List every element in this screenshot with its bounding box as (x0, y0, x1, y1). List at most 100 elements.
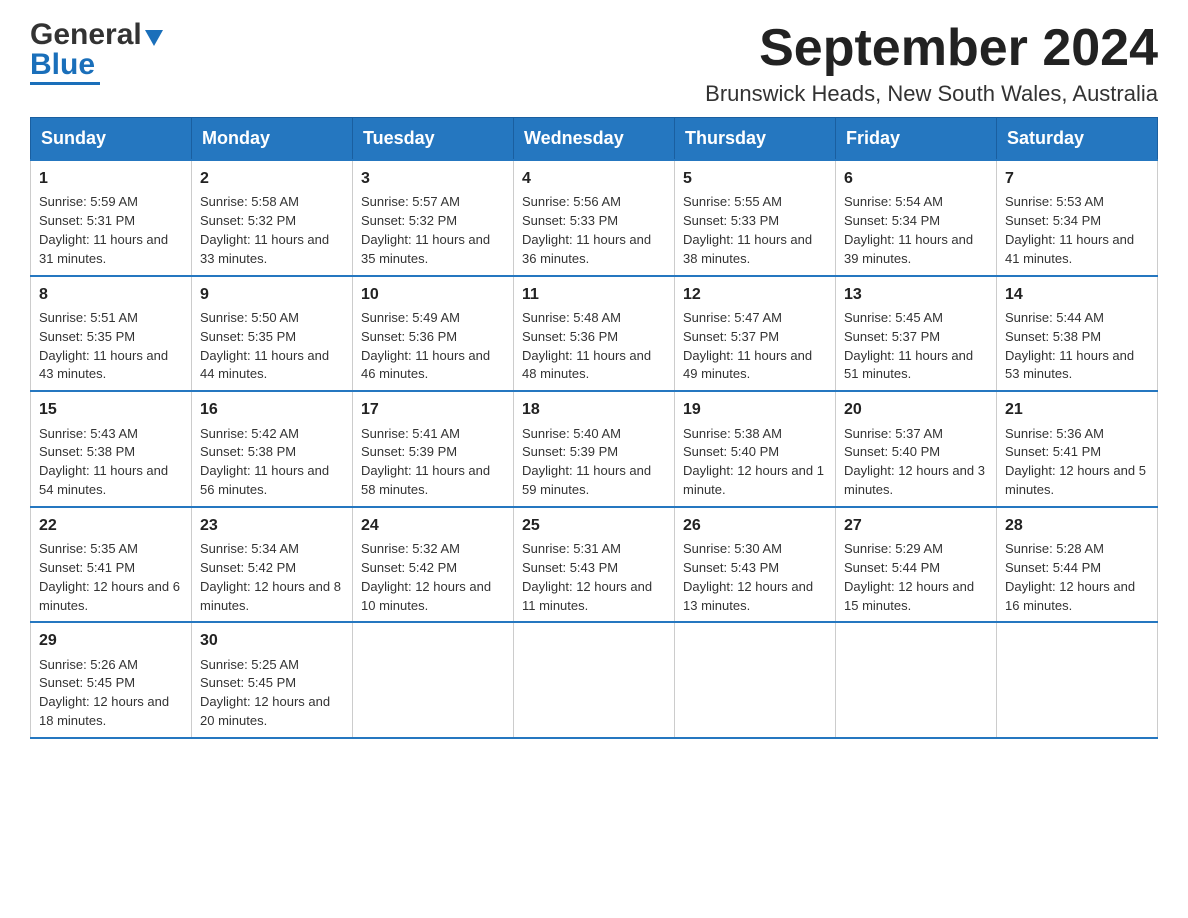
sunrise-label: Sunrise: 5:45 AM (844, 310, 943, 325)
sunset-label: Sunset: 5:41 PM (39, 560, 135, 575)
sunrise-label: Sunrise: 5:29 AM (844, 541, 943, 556)
sunset-label: Sunset: 5:33 PM (683, 213, 779, 228)
calendar-table: SundayMondayTuesdayWednesdayThursdayFrid… (30, 117, 1158, 739)
daylight-label: Daylight: 11 hours and 31 minutes. (39, 232, 168, 266)
calendar-cell: 2Sunrise: 5:58 AMSunset: 5:32 PMDaylight… (192, 160, 353, 276)
col-header-friday: Friday (836, 118, 997, 161)
calendar-cell: 8Sunrise: 5:51 AMSunset: 5:35 PMDaylight… (31, 276, 192, 392)
day-number: 29 (39, 629, 183, 652)
day-number: 4 (522, 167, 666, 190)
sunrise-label: Sunrise: 5:34 AM (200, 541, 299, 556)
calendar-week-row: 15Sunrise: 5:43 AMSunset: 5:38 PMDayligh… (31, 391, 1158, 507)
logo: General Blue (30, 20, 163, 85)
sunrise-label: Sunrise: 5:53 AM (1005, 194, 1104, 209)
calendar-cell: 21Sunrise: 5:36 AMSunset: 5:41 PMDayligh… (997, 391, 1158, 507)
day-number: 12 (683, 283, 827, 306)
daylight-label: Daylight: 12 hours and 3 minutes. (844, 463, 985, 497)
sunset-label: Sunset: 5:32 PM (361, 213, 457, 228)
calendar-cell: 12 Sunrise: 5:47 AM Sunset: 5:37 PM Dayligh… (675, 276, 836, 392)
daylight-label: Daylight: 12 hours and 18 minutes. (39, 694, 169, 728)
sunrise-label: Sunrise: 5:47 AM (683, 310, 782, 325)
daylight-label: Daylight: 11 hours and 44 minutes. (200, 348, 329, 382)
sunrise-label: Sunrise: 5:49 AM (361, 310, 460, 325)
sunset-label: Sunset: 5:40 PM (844, 444, 940, 459)
day-number: 9 (200, 283, 344, 306)
sunrise-label: Sunrise: 5:35 AM (39, 541, 138, 556)
daylight-label: Daylight: 11 hours and 53 minutes. (1005, 348, 1134, 382)
sunset-label: Sunset: 5:39 PM (361, 444, 457, 459)
sunrise-label: Sunrise: 5:56 AM (522, 194, 621, 209)
col-header-wednesday: Wednesday (514, 118, 675, 161)
sunrise-label: Sunrise: 5:37 AM (844, 426, 943, 441)
sunset-label: Sunset: 5:34 PM (844, 213, 940, 228)
daylight-label: Daylight: 12 hours and 13 minutes. (683, 579, 813, 613)
sunrise-label: Sunrise: 5:51 AM (39, 310, 138, 325)
sunrise-label: Sunrise: 5:57 AM (361, 194, 460, 209)
sunset-label: Sunset: 5:34 PM (1005, 213, 1101, 228)
calendar-header-row: SundayMondayTuesdayWednesdayThursdayFrid… (31, 118, 1158, 161)
daylight-label: Daylight: 11 hours and 35 minutes. (361, 232, 490, 266)
daylight-label: Daylight: 11 hours and 56 minutes. (200, 463, 329, 497)
sunset-label: Sunset: 5:32 PM (200, 213, 296, 228)
daylight-label: Daylight: 12 hours and 20 minutes. (200, 694, 330, 728)
day-number: 5 (683, 167, 827, 190)
sunset-label: Sunset: 5:36 PM (522, 329, 618, 344)
calendar-cell (836, 622, 997, 738)
col-header-sunday: Sunday (31, 118, 192, 161)
calendar-cell: 7 Sunrise: 5:53 AM Sunset: 5:34 PM Daylight… (997, 160, 1158, 276)
sunrise-label: Sunrise: 5:25 AM (200, 657, 299, 672)
daylight-label: Daylight: 11 hours and 36 minutes. (522, 232, 651, 266)
logo-general: General (30, 20, 142, 50)
daylight-label: Daylight: 12 hours and 15 minutes. (844, 579, 974, 613)
daylight-label: Daylight: 11 hours and 48 minutes. (522, 348, 651, 382)
sunset-label: Sunset: 5:39 PM (522, 444, 618, 459)
day-number: 17 (361, 398, 505, 421)
daylight-label: Daylight: 12 hours and 10 minutes. (361, 579, 491, 613)
col-header-thursday: Thursday (675, 118, 836, 161)
sunset-label: Sunset: 5:37 PM (844, 329, 940, 344)
logo-underline (30, 82, 100, 85)
sunrise-label: Sunrise: 5:38 AM (683, 426, 782, 441)
sunset-label: Sunset: 5:38 PM (39, 444, 135, 459)
logo-blue-text: Blue (30, 50, 95, 80)
col-header-tuesday: Tuesday (353, 118, 514, 161)
calendar-cell: 28Sunrise: 5:28 AMSunset: 5:44 PMDayligh… (997, 507, 1158, 623)
sunset-label: Sunset: 5:41 PM (1005, 444, 1101, 459)
day-number: 23 (200, 514, 344, 537)
sunrise-label: Sunrise: 5:28 AM (1005, 541, 1104, 556)
day-number: 13 (844, 283, 988, 306)
calendar-cell: 10Sunrise: 5:49 AMSunset: 5:36 PMDayligh… (353, 276, 514, 392)
sunrise-label: Sunrise: 5:50 AM (200, 310, 299, 325)
daylight-label: Daylight: 12 hours and 5 minutes. (1005, 463, 1146, 497)
sunset-label: Sunset: 5:45 PM (200, 675, 296, 690)
calendar-cell: 11Sunrise: 5:48 AMSunset: 5:36 PMDayligh… (514, 276, 675, 392)
day-number: 28 (1005, 514, 1149, 537)
calendar-week-row: 8Sunrise: 5:51 AMSunset: 5:35 PMDaylight… (31, 276, 1158, 392)
page-header: General Blue September 2024 Brunswick He… (30, 20, 1158, 107)
location-subtitle: Brunswick Heads, New South Wales, Austra… (705, 81, 1158, 107)
sunrise-label: Sunrise: 5:36 AM (1005, 426, 1104, 441)
day-number: 16 (200, 398, 344, 421)
sunset-label: Sunset: 5:44 PM (1005, 560, 1101, 575)
sunrise-label: Sunrise: 5:43 AM (39, 426, 138, 441)
calendar-cell: 15Sunrise: 5:43 AMSunset: 5:38 PMDayligh… (31, 391, 192, 507)
day-number: 2 (200, 167, 344, 190)
calendar-cell: 22Sunrise: 5:35 AMSunset: 5:41 PMDayligh… (31, 507, 192, 623)
day-number: 30 (200, 629, 344, 652)
calendar-cell: 6Sunrise: 5:54 AMSunset: 5:34 PMDaylight… (836, 160, 997, 276)
calendar-cell (514, 622, 675, 738)
day-number: 26 (683, 514, 827, 537)
logo-triangle-icon (145, 30, 163, 46)
sunrise-label: Sunrise: 5:54 AM (844, 194, 943, 209)
col-header-saturday: Saturday (997, 118, 1158, 161)
daylight-label: Daylight: 11 hours and 41 minutes. (1005, 232, 1134, 266)
sunset-label: Sunset: 5:40 PM (683, 444, 779, 459)
daylight-label: Daylight: 11 hours and 51 minutes. (844, 348, 973, 382)
sunset-label: Sunset: 5:37 PM (683, 329, 779, 344)
day-number: 22 (39, 514, 183, 537)
sunrise-label: Sunrise: 5:48 AM (522, 310, 621, 325)
daylight-label: Daylight: 11 hours and 49 minutes. (683, 348, 812, 382)
daylight-label: Daylight: 11 hours and 59 minutes. (522, 463, 651, 497)
calendar-cell: 30 Sunrise: 5:25 AM Sunset: 5:45 PM Dayligh… (192, 622, 353, 738)
day-number: 7 (1005, 167, 1149, 190)
